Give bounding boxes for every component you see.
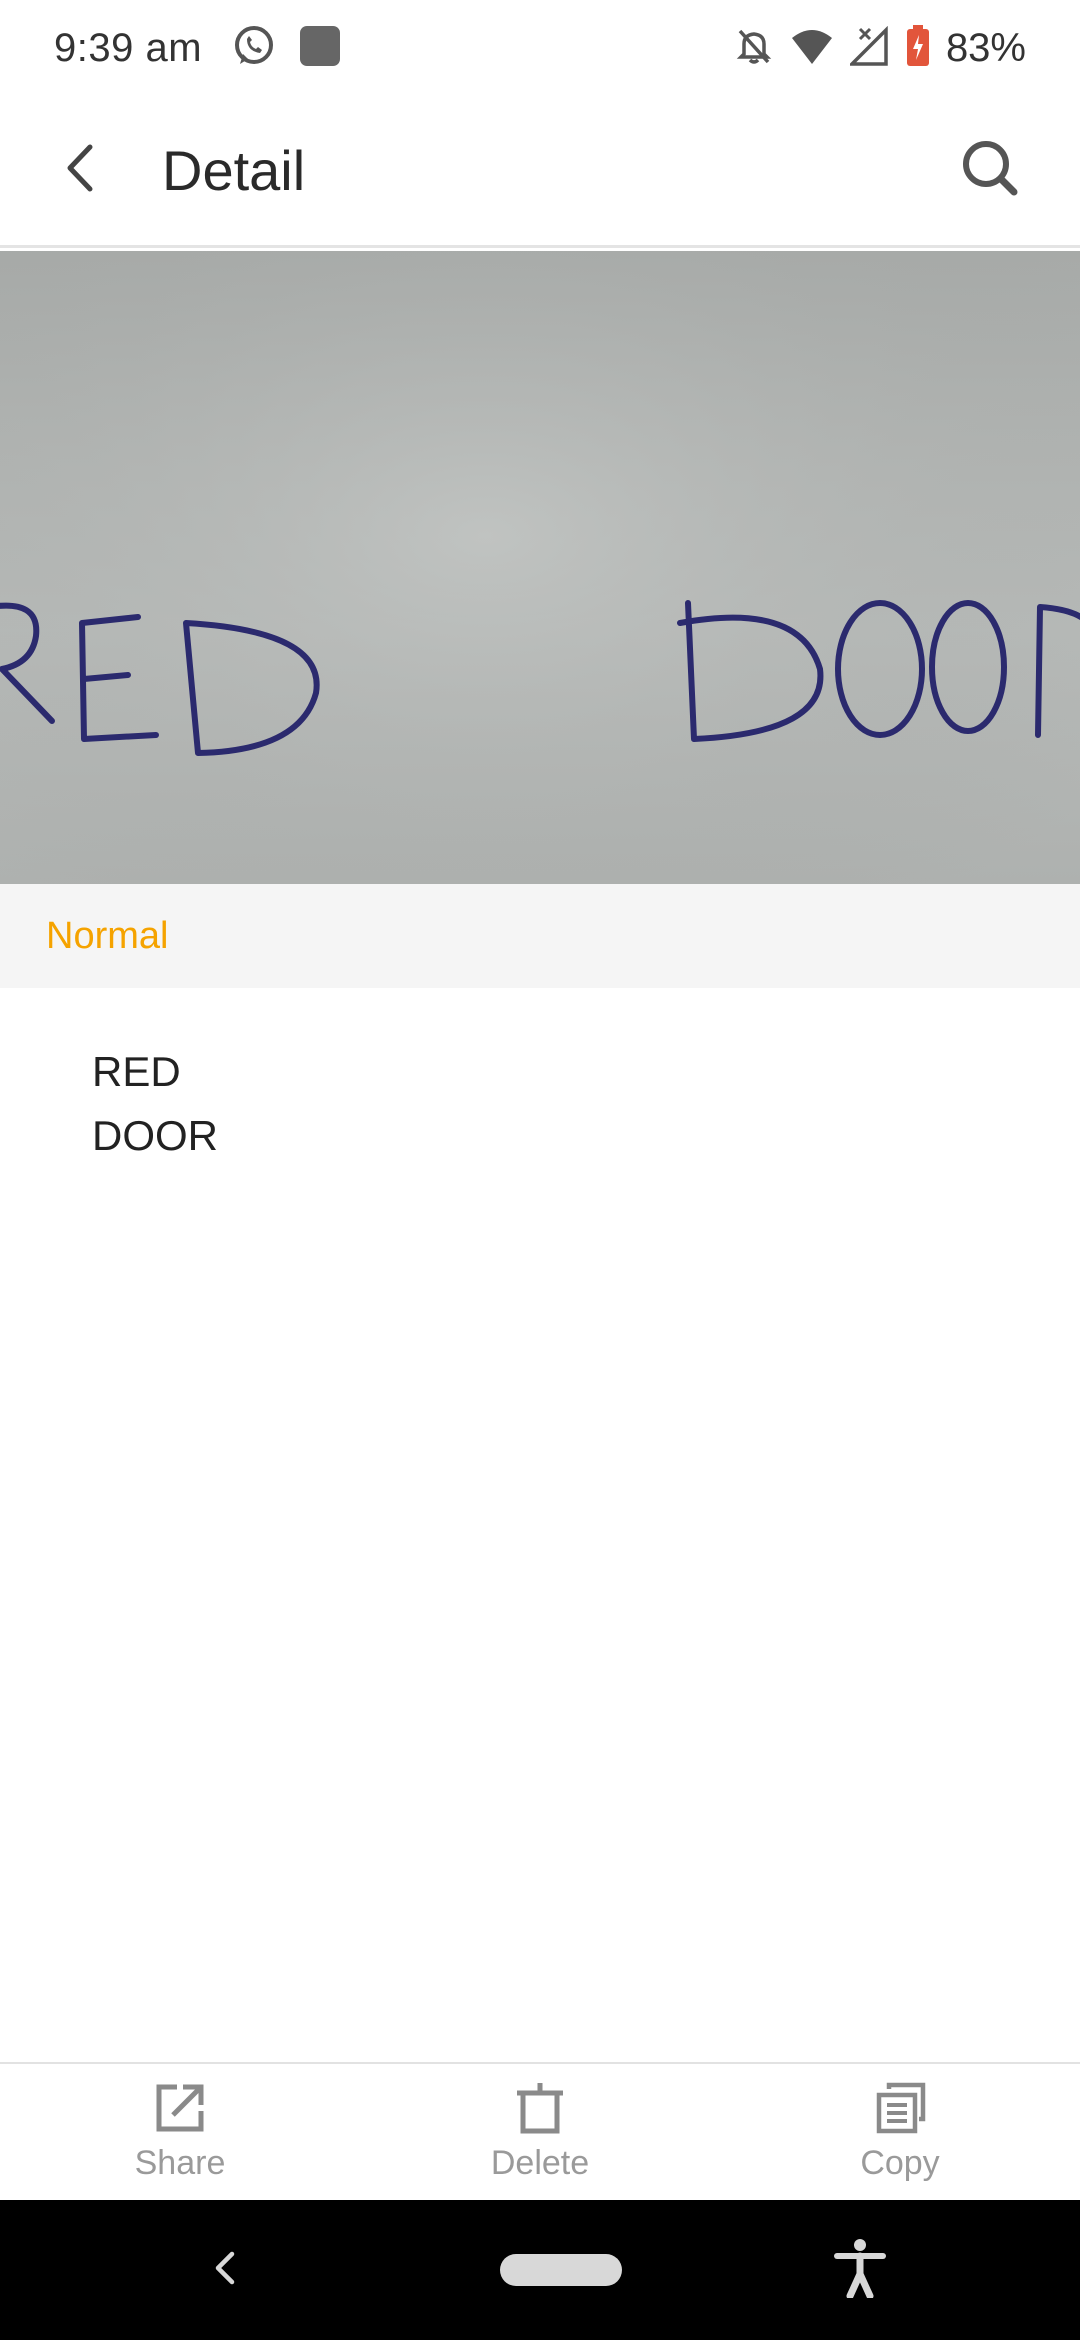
copy-label: Copy (860, 2144, 940, 2182)
notification-icons (232, 24, 342, 73)
delete-button[interactable]: Delete (360, 2064, 720, 2200)
battery-percent: 83% (945, 25, 1026, 70)
page-title: Detail (162, 139, 306, 202)
app-notification-icon (298, 24, 342, 73)
delete-label: Delete (490, 2144, 590, 2182)
mode-label: Normal (46, 914, 169, 957)
wifi-icon (790, 26, 834, 71)
home-pill[interactable] (500, 2254, 622, 2286)
search-button[interactable] (940, 121, 1040, 221)
whatsapp-icon (232, 24, 276, 73)
share-icon (153, 2081, 207, 2140)
trash-icon (513, 2081, 567, 2140)
handwriting-image (0, 251, 1080, 884)
status-time: 9:39 am (54, 25, 203, 70)
copy-icon (873, 2081, 927, 2140)
bell-off-icon (734, 26, 774, 71)
system-icons: 83% (734, 24, 1026, 72)
back-button[interactable] (30, 121, 130, 221)
system-nav-bar (0, 2200, 1080, 2340)
share-label: Share (134, 2144, 226, 2182)
nav-back-button[interactable] (190, 2235, 260, 2305)
recognized-line: DOOR (92, 1112, 218, 1159)
chevron-left-icon (60, 143, 100, 198)
search-icon (960, 138, 1020, 203)
accessibility-button[interactable] (820, 2230, 900, 2310)
share-button[interactable]: Share (0, 2064, 360, 2200)
app-bar: Detail (0, 96, 1080, 248)
accessibility-icon (833, 2238, 887, 2303)
mode-row: Normal (0, 884, 1080, 988)
nav-back-icon (210, 2248, 240, 2293)
signal-icon (847, 25, 890, 71)
copy-button[interactable]: Copy (720, 2064, 1080, 2200)
recognized-text: RED DOOR (92, 1040, 218, 1168)
action-bar: Share Delete Copy (0, 2062, 1080, 2200)
scanned-photo (0, 251, 1080, 884)
battery-icon (906, 24, 930, 72)
recognized-line: RED (92, 1048, 181, 1095)
status-bar: 9:39 am 83% (0, 0, 1080, 96)
